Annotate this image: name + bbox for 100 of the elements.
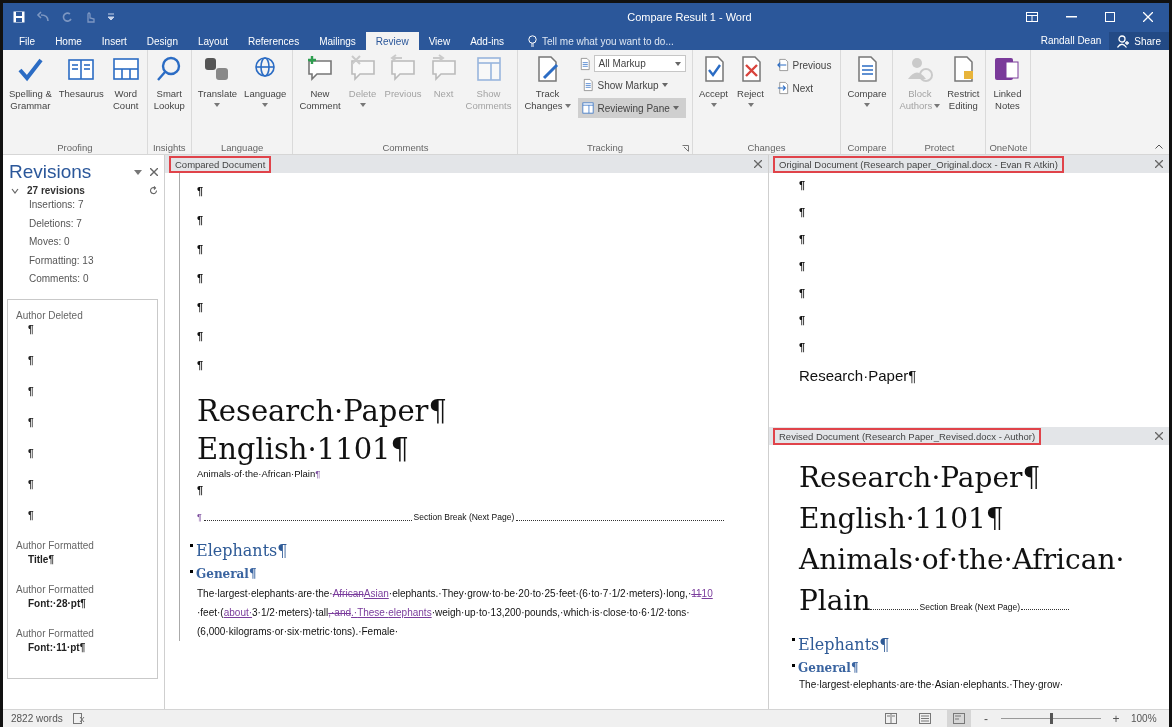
revision-text[interactable]: ¶ — [16, 353, 153, 368]
revision-text[interactable]: ¶ — [16, 477, 153, 492]
group-label: Insights — [152, 141, 186, 153]
close-icon[interactable] — [754, 160, 762, 168]
revision-text[interactable]: Font:·11·pt¶ — [16, 640, 153, 655]
paragraph-mark: ¶ — [197, 483, 205, 497]
heading-text: General¶ — [196, 566, 257, 583]
close-icon[interactable] — [1155, 160, 1163, 168]
undo-icon[interactable] — [36, 11, 50, 23]
pane-header: Revised Document (Research Paper_Revised.docx - Author) — [773, 427, 1042, 445]
ribbon-tab[interactable]: Design — [136, 32, 188, 50]
ribbon-button[interactable]: Previous — [772, 55, 835, 75]
ribbon-button[interactable]: Linked Notes — [989, 53, 1026, 140]
ribbon-tab[interactable]: Add-ins — [460, 32, 515, 50]
minimize-icon[interactable] — [1066, 16, 1077, 18]
zoom-in-button[interactable]: + — [1111, 711, 1121, 726]
collapse-ribbon-icon[interactable] — [1155, 144, 1163, 149]
heading-text: Elephants¶ — [196, 540, 288, 562]
ribbon-button[interactable]: Thesaurus — [55, 53, 107, 140]
touch-mode-icon[interactable] — [84, 11, 96, 23]
ribbon-button[interactable]: Language — [241, 53, 290, 140]
maximize-icon[interactable] — [1105, 12, 1115, 22]
tell-me-field[interactable]: Tell me what you want to do... — [542, 35, 793, 47]
ribbon-button[interactable]: Compare — [844, 53, 890, 140]
paragraph-mark: ¶ — [197, 271, 205, 285]
revision-text[interactable]: Font:·28·pt¶ — [16, 596, 153, 611]
paragraph-mark: ¶ — [197, 242, 205, 256]
ribbon-button[interactable]: Accept — [695, 53, 732, 140]
pane-header: Original Document (Research paper_Original.docx - Evan R Atkin) — [773, 155, 1064, 173]
body-paragraph: The·largest·elephants·are·the·AfricanAsian·elephants.·They·grow·to·be·20·to·25·feet·(6·to·7·1/2·meters)·long,·1110 ·feet·(about·3·1/2·meters)·tall,·and.·These·elephants·weigh·up·to·13,200·pounds,·which·is·close·to·6·1/2·tons·(6,000·kilograms·or·six·metric·tons).·Female· — [197, 587, 714, 639]
ribbon-tab[interactable]: Layout — [187, 32, 238, 50]
caret-icon — [359, 103, 366, 107]
subtitle-text: Animals·of·the·African·Plain¶ — [197, 468, 322, 480]
revision-author[interactable]: Author Deleted — [16, 309, 153, 321]
window-title: Compare Result 1 - Word — [626, 11, 753, 23]
view-icon — [919, 713, 931, 724]
save-icon[interactable] — [13, 11, 25, 23]
chevron-icon[interactable] — [11, 187, 19, 194]
ribbon-button[interactable]: Word Count — [107, 53, 144, 140]
revision-stat: Insertions: 7 — [28, 198, 85, 212]
pane-title: Revisions — [9, 161, 92, 183]
refresh-icon[interactable] — [149, 186, 158, 195]
ribbon-tab[interactable]: Mailings — [309, 32, 366, 50]
ribbon-display-icon[interactable] — [1026, 12, 1038, 22]
ribbon-button[interactable]: Smart Lookup — [150, 53, 188, 140]
ribbon-tab[interactable]: Insert — [91, 32, 137, 50]
revision-text[interactable]: Title¶ — [16, 552, 153, 567]
dialog-launcher-icon[interactable] — [681, 145, 689, 152]
caret-icon — [262, 103, 269, 107]
revision-text[interactable]: ¶ — [16, 384, 153, 399]
revision-text[interactable]: ¶ — [16, 322, 153, 337]
ribbon-tab[interactable]: Review — [365, 32, 419, 50]
revision-stat: Moves: 0 — [28, 235, 71, 249]
customize-toolbar-icon[interactable] — [107, 12, 115, 22]
document-title: English·1101¶ — [197, 431, 410, 468]
paragraph-mark: ¶ — [197, 358, 205, 372]
close-icon[interactable] — [1155, 432, 1163, 440]
caret-icon — [672, 106, 679, 110]
heading-text: General¶ — [798, 660, 859, 677]
view-button[interactable] — [947, 710, 971, 727]
revision-author[interactable]: Author Formatted — [16, 583, 153, 595]
redo-icon[interactable] — [61, 11, 73, 23]
dropdown-arrow-icon[interactable] — [134, 169, 142, 175]
ribbon-button[interactable]: Reviewing Pane — [577, 98, 686, 118]
zoom-out-button[interactable]: - — [981, 711, 991, 726]
zoom-slider-thumb[interactable] — [1050, 713, 1053, 724]
ribbon-button[interactable]: Show Markup — [577, 75, 686, 95]
ribbon-button[interactable]: Spelling & Grammar — [6, 53, 55, 140]
revision-text[interactable]: ¶ — [16, 446, 153, 461]
ribbon-button[interactable]: Track Changes — [521, 53, 574, 140]
panel-icon — [580, 101, 595, 115]
revision-text[interactable]: ¶ — [16, 415, 153, 430]
ribbon-button[interactable]: Restrict Editing — [944, 53, 983, 140]
paragraph-mark: ¶ — [197, 512, 202, 522]
paragraph-mark: ¶ — [197, 300, 205, 314]
view-icon — [953, 713, 965, 724]
close-icon[interactable] — [150, 168, 158, 176]
ribbon-button[interactable]: Translate — [194, 53, 241, 140]
ribbon-button[interactable]: Next — [772, 78, 835, 98]
document-title: English·1101¶ — [799, 501, 1005, 537]
ribbon-tab[interactable]: References — [238, 32, 310, 50]
paragraph-mark: ¶ — [197, 329, 205, 343]
word-count[interactable]: 2822 words — [11, 713, 63, 724]
paragraph-mark: ¶ — [799, 205, 807, 219]
markup-dropdown[interactable]: All Markup — [593, 55, 686, 72]
revision-author[interactable]: Author Formatted — [16, 627, 153, 639]
share-button[interactable]: Share — [1109, 32, 1169, 50]
ribbon-tab[interactable]: View — [418, 32, 461, 50]
revision-count: 27 revisions — [27, 185, 85, 196]
group-label: Tracking — [586, 141, 623, 153]
revision-author[interactable]: Author Formatted — [16, 539, 153, 551]
ribbon-tab[interactable]: Home — [45, 32, 92, 50]
revision-text[interactable]: ¶ — [16, 508, 153, 523]
zoom-level[interactable]: 100% — [1131, 713, 1161, 724]
group-label: Protect — [924, 141, 955, 153]
proofing-icon[interactable] — [72, 713, 85, 724]
ribbon-button[interactable]: Reject — [732, 53, 769, 140]
ribbon-tab[interactable]: File — [9, 32, 46, 50]
user-name[interactable]: Randall Dean — [1040, 32, 1110, 50]
ribbon-button[interactable]: New Comment — [296, 53, 344, 140]
